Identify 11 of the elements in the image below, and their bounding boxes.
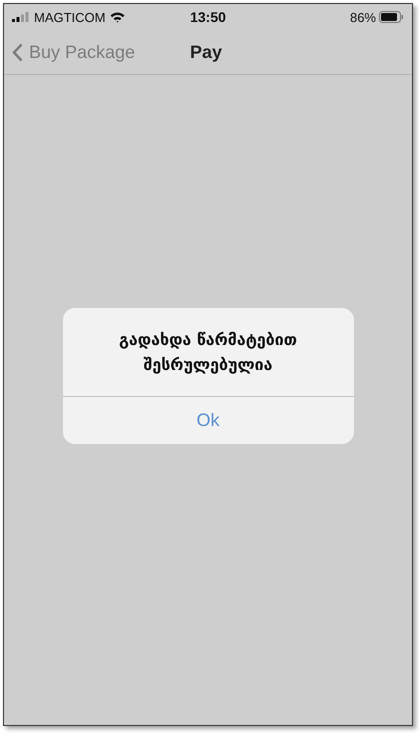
clock-time: 13:50 — [190, 9, 226, 25]
battery-percent: 86% — [350, 10, 376, 24]
alert-message: გადახდა წარმატებით შესრულებულია — [62, 308, 354, 397]
carrier-name: MAGTICOM — [34, 10, 106, 24]
ok-button[interactable]: Ok — [62, 397, 354, 444]
chevron-left-icon — [12, 42, 23, 62]
battery-icon — [379, 11, 404, 23]
back-link[interactable]: Buy Package — [4, 42, 136, 62]
wifi-icon — [110, 12, 124, 22]
screen-title: Pay — [190, 42, 222, 62]
signal-icon — [12, 12, 30, 22]
